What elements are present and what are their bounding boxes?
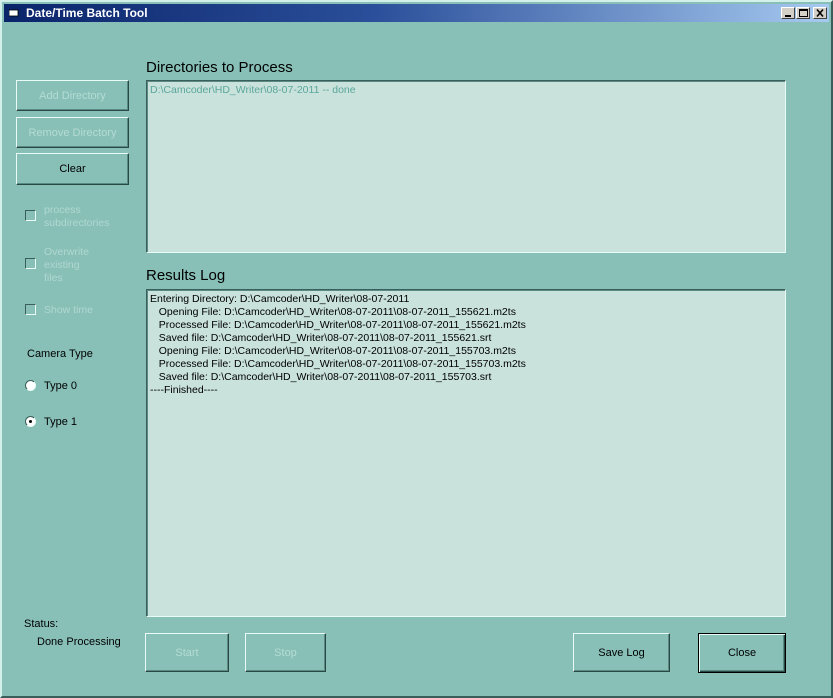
log-line: Processed File: D:\Camcoder\HD_Writer\08… [150,319,526,331]
process-subdirectories-label: process subdirectories [44,204,109,230]
show-time-label: Show time [44,304,94,316]
status-label: Status: [24,618,59,630]
minimize-button[interactable] [781,7,795,19]
log-line: Saved file: D:\Camcoder\HD_Writer\08-07-… [150,332,492,344]
camera-type-label: Camera Type [27,348,93,360]
title-bar[interactable]: Date/Time Batch Tool [4,4,829,22]
close-label: Close [727,647,757,659]
results-heading: Results Log [146,267,226,284]
stop-button[interactable]: Stop [245,633,326,672]
save-log-label: Save Log [598,646,645,659]
process-subdirectories-checkbox[interactable] [25,210,36,221]
type0-radio[interactable] [25,380,36,391]
radio-selected-dot [29,420,32,423]
close-button[interactable]: Close [698,633,786,673]
app-icon [9,9,19,17]
process-subdirectories-line-1: process [44,204,81,216]
results-log[interactable]: Entering Directory: D:\Camcoder\HD_Write… [146,289,786,617]
status-value: Done Processing [37,636,121,648]
log-line: Processed File: D:\Camcoder\HD_Writer\08… [150,358,526,370]
overwrite-existing-checkbox[interactable] [25,258,36,269]
overwrite-existing-label: Overwrite existing files [44,246,89,285]
log-line: Opening File: D:\Camcoder\HD_Writer\08-0… [150,306,516,318]
close-window-button[interactable] [813,7,827,19]
directories-list[interactable]: D:\Camcoder\HD_Writer\08-07-2011 -- done [146,80,786,253]
directories-heading: Directories to Process [146,59,293,76]
stop-label: Stop [274,646,297,659]
maximize-icon [799,9,808,17]
remove-directory-button[interactable]: Remove Directory [16,117,129,148]
overwrite-line-2: existing [44,259,80,271]
maximize-button[interactable] [796,7,810,19]
start-label: Start [175,646,199,659]
start-button[interactable]: Start [145,633,229,672]
clear-button[interactable]: Clear [16,153,129,185]
type1-label: Type 1 [44,416,78,428]
add-directory-label: Add Directory [39,89,106,102]
window-title: Date/Time Batch Tool [26,6,148,20]
process-subdirectories-line-2: subdirectories [44,217,110,229]
add-directory-button[interactable]: Add Directory [16,80,129,111]
log-line: Opening File: D:\Camcoder\HD_Writer\08-0… [150,345,516,357]
type0-label: Type 0 [44,380,78,392]
log-line: Saved file: D:\Camcoder\HD_Writer\08-07-… [150,371,492,383]
close-icon [816,8,824,18]
type1-radio[interactable] [25,416,36,427]
overwrite-line-1: Overwrite [44,246,89,258]
app-window: Date/Time Batch Tool Add Directory Remov… [0,0,833,698]
directory-item[interactable]: D:\Camcoder\HD_Writer\08-07-2011 -- done [150,84,356,97]
log-line: ----Finished---- [150,384,218,396]
overwrite-line-3: files [44,272,63,284]
save-log-button[interactable]: Save Log [573,633,670,672]
minimize-icon [785,15,791,17]
show-time-checkbox[interactable] [25,304,36,315]
remove-directory-label: Remove Directory [28,126,117,139]
clear-label: Clear [59,163,86,175]
log-line: Entering Directory: D:\Camcoder\HD_Write… [150,293,410,305]
